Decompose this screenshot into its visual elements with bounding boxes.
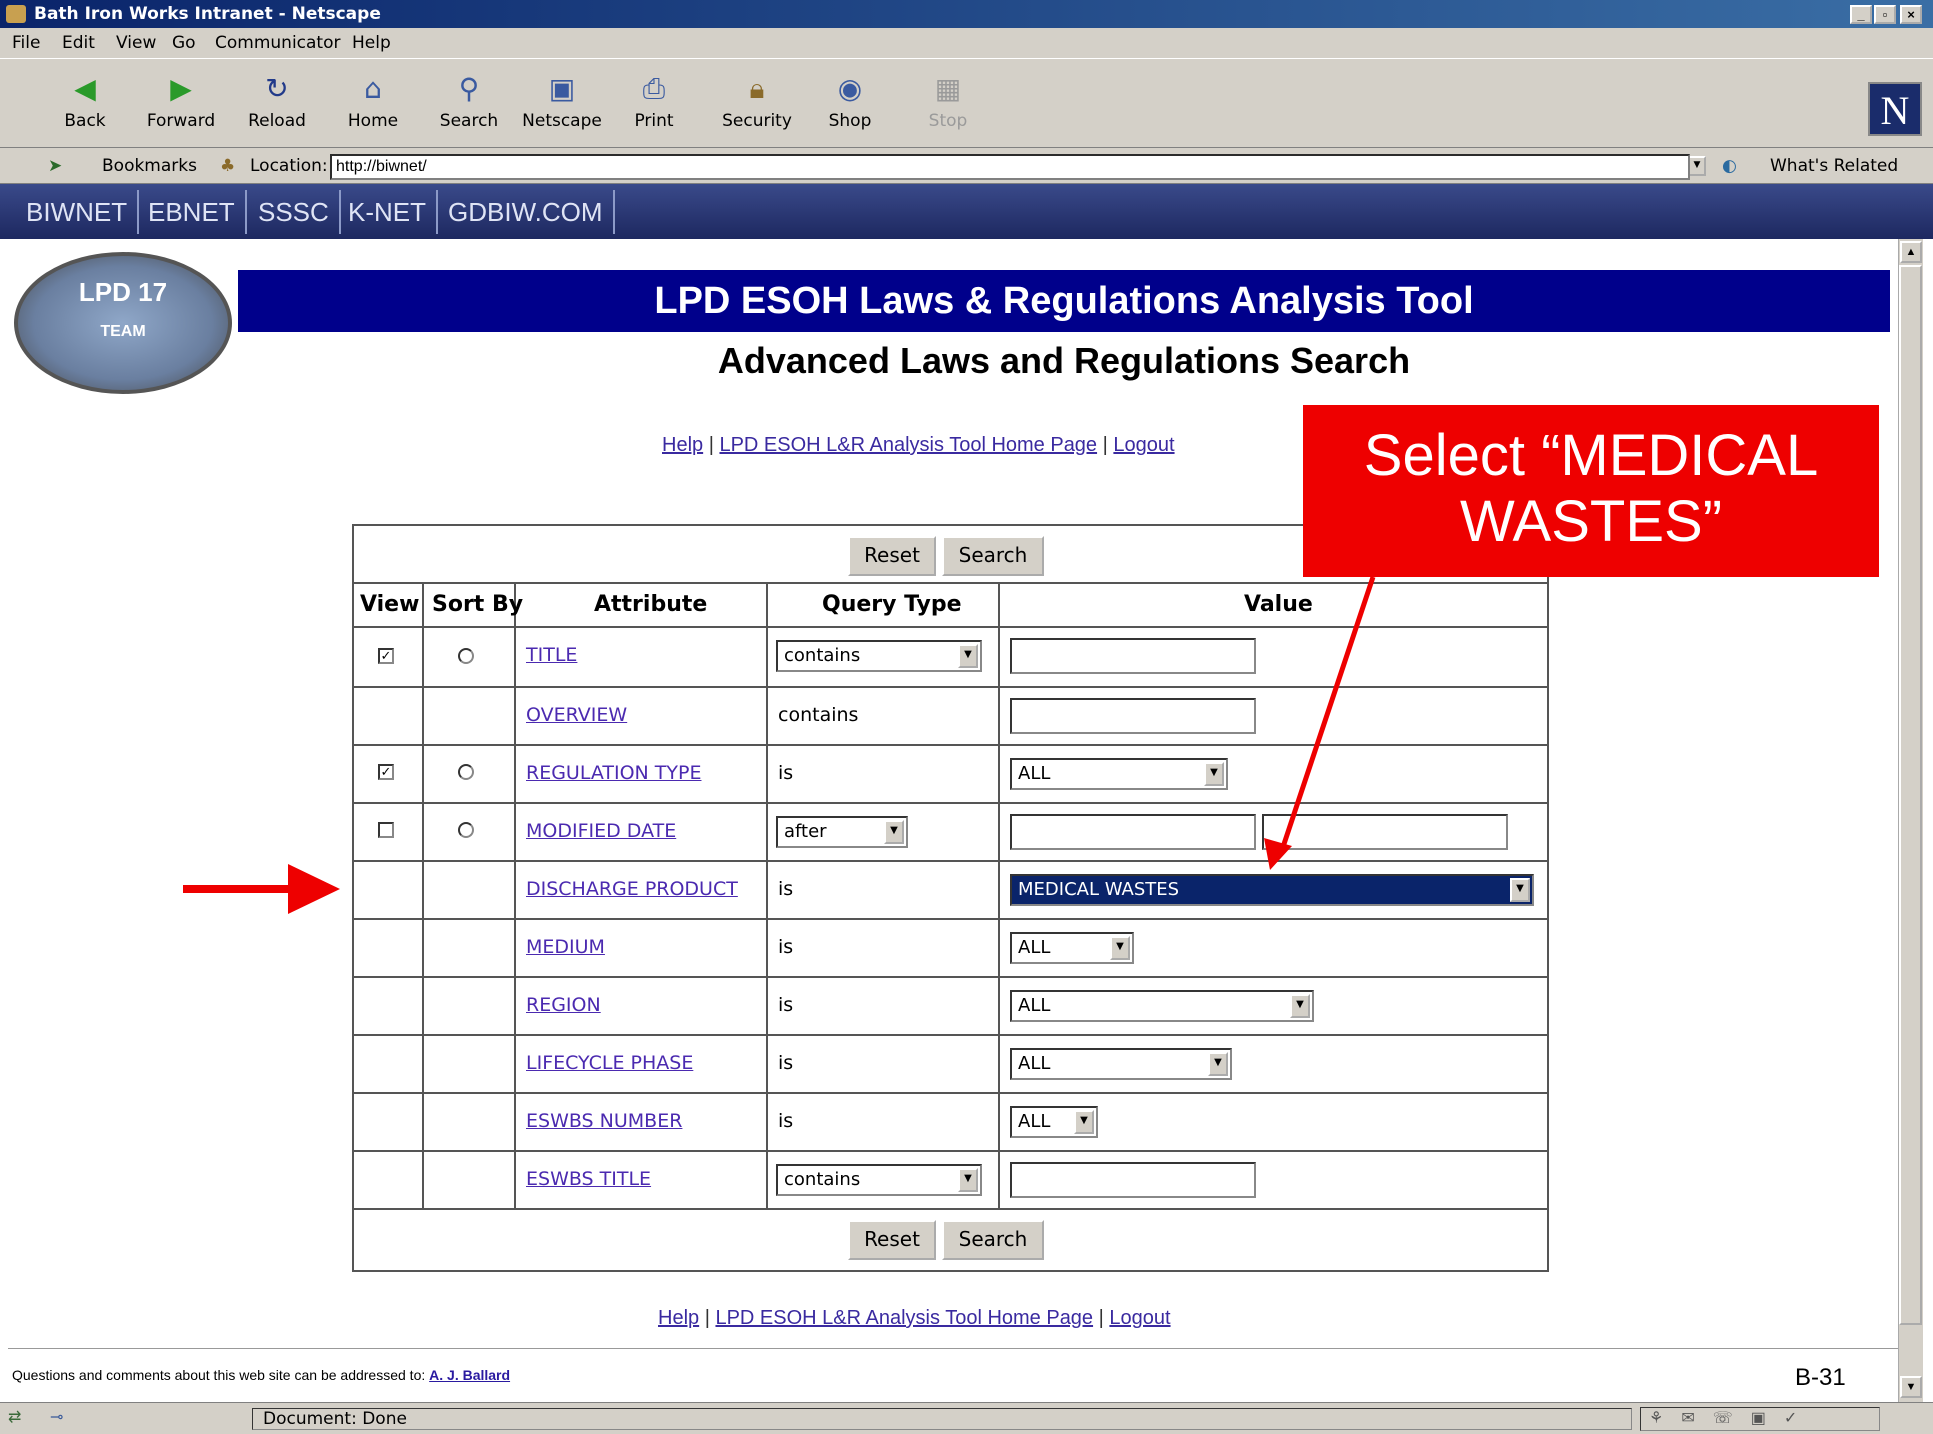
bottom-links: Help | LPD ESOH L&R Analysis Tool Home P… [658,1307,1171,1329]
home-page-link-bottom[interactable]: LPD ESOH L&R Analysis Tool Home Page [715,1307,1093,1329]
scroll-up-icon[interactable]: ▲ [1900,241,1922,263]
contact-link[interactable]: A. J. Ballard [429,1367,510,1383]
annotation-overlay [183,576,1376,914]
instruction-callout: Select “MEDICAL WASTES” [1303,405,1879,577]
status-text: Document: Done [252,1408,1632,1430]
component-bar-icons[interactable]: ⚘✉☏▣✓ [1640,1407,1880,1431]
slide-page-number: B-31 [1795,1364,1846,1391]
connection-icon: ⇄ [8,1409,22,1426]
footer-divider [8,1348,1898,1349]
logout-link-bottom[interactable]: Logout [1109,1307,1170,1329]
scrollbar-thumb[interactable] [1899,265,1922,1325]
callout-pointer-arrow [1264,576,1376,870]
help-link-bottom[interactable]: Help [658,1307,699,1329]
scroll-down-icon[interactable]: ▼ [1900,1376,1922,1398]
security-status-icon[interactable]: ⊸ [50,1407,63,1427]
footer-contact: Questions and comments about this web si… [12,1367,511,1383]
left-pointer-arrow [183,864,340,914]
